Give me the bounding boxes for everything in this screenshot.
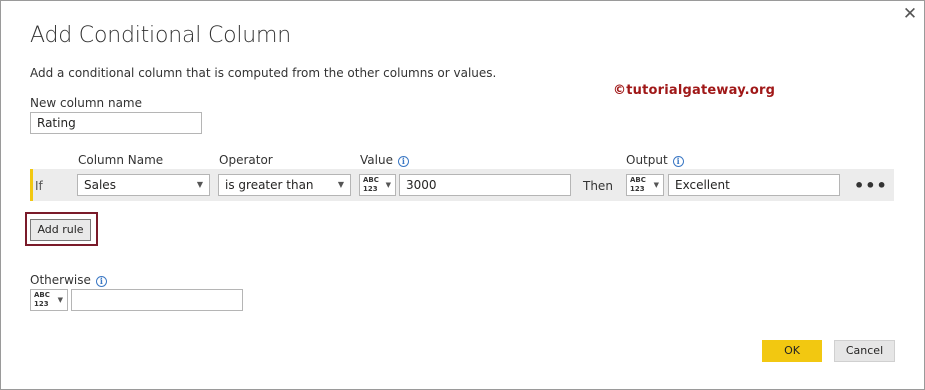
chevron-down-icon: ▼ (196, 180, 203, 189)
otherwise-type-dropdown[interactable]: ABC 123 ▼ (30, 289, 68, 311)
chevron-down-icon: ▼ (653, 181, 659, 189)
operator-header: Operator (219, 153, 273, 167)
chevron-down-icon: ▼ (57, 296, 63, 304)
value-header-label: Value (360, 153, 393, 167)
type-icon-top: ABC (34, 291, 50, 299)
more-options-icon[interactable]: ••• (854, 176, 888, 195)
output-header: Output i (626, 153, 684, 167)
watermark: ©tutorialgateway.org (613, 83, 776, 98)
chevron-down-icon: ▼ (337, 180, 344, 189)
then-label: Then (583, 179, 613, 193)
output-input[interactable]: Excellent (668, 174, 840, 196)
otherwise-input[interactable] (71, 289, 243, 311)
abc-123-type-icon: ABC 123 (34, 291, 50, 309)
operator-dropdown[interactable]: is greater than ▼ (218, 174, 351, 196)
chevron-down-icon: ▼ (385, 181, 391, 189)
column-name-header: Column Name (78, 153, 164, 167)
info-icon[interactable]: i (95, 276, 107, 287)
value-type-dropdown[interactable]: ABC 123 ▼ (359, 174, 396, 196)
new-column-name-input[interactable]: Rating (30, 112, 202, 134)
cancel-button[interactable]: Cancel (834, 340, 895, 362)
dialog-title: Add Conditional Column (30, 23, 292, 48)
abc-123-type-icon: ABC 123 (363, 176, 379, 194)
type-icon-bottom: 123 (630, 185, 645, 193)
info-icon[interactable]: i (672, 156, 684, 167)
type-icon-bottom: 123 (363, 185, 378, 193)
value-header: Value i (360, 153, 409, 167)
operator-value: is greater than (225, 178, 314, 192)
ok-button[interactable]: OK (762, 340, 822, 362)
type-icon-bottom: 123 (34, 300, 49, 308)
column-name-value: Sales (84, 178, 116, 192)
output-type-dropdown[interactable]: ABC 123 ▼ (626, 174, 664, 196)
info-icon[interactable]: i (397, 156, 409, 167)
new-column-name-label: New column name (30, 96, 143, 110)
dialog-subtitle: Add a conditional column that is compute… (30, 66, 497, 80)
type-icon-top: ABC (363, 176, 379, 184)
add-conditional-column-dialog: ✕ Add Conditional Column Add a condition… (0, 0, 925, 390)
type-icon-top: ABC (630, 176, 646, 184)
if-label: If (35, 179, 43, 193)
output-header-label: Output (626, 153, 668, 167)
value-input[interactable]: 3000 (399, 174, 571, 196)
close-icon[interactable]: ✕ (901, 5, 919, 23)
otherwise-label-row: Otherwise i (30, 273, 107, 287)
column-name-dropdown[interactable]: Sales ▼ (77, 174, 210, 196)
add-rule-button[interactable]: Add rule (30, 219, 91, 241)
abc-123-type-icon: ABC 123 (630, 176, 646, 194)
otherwise-label: Otherwise (30, 273, 91, 287)
